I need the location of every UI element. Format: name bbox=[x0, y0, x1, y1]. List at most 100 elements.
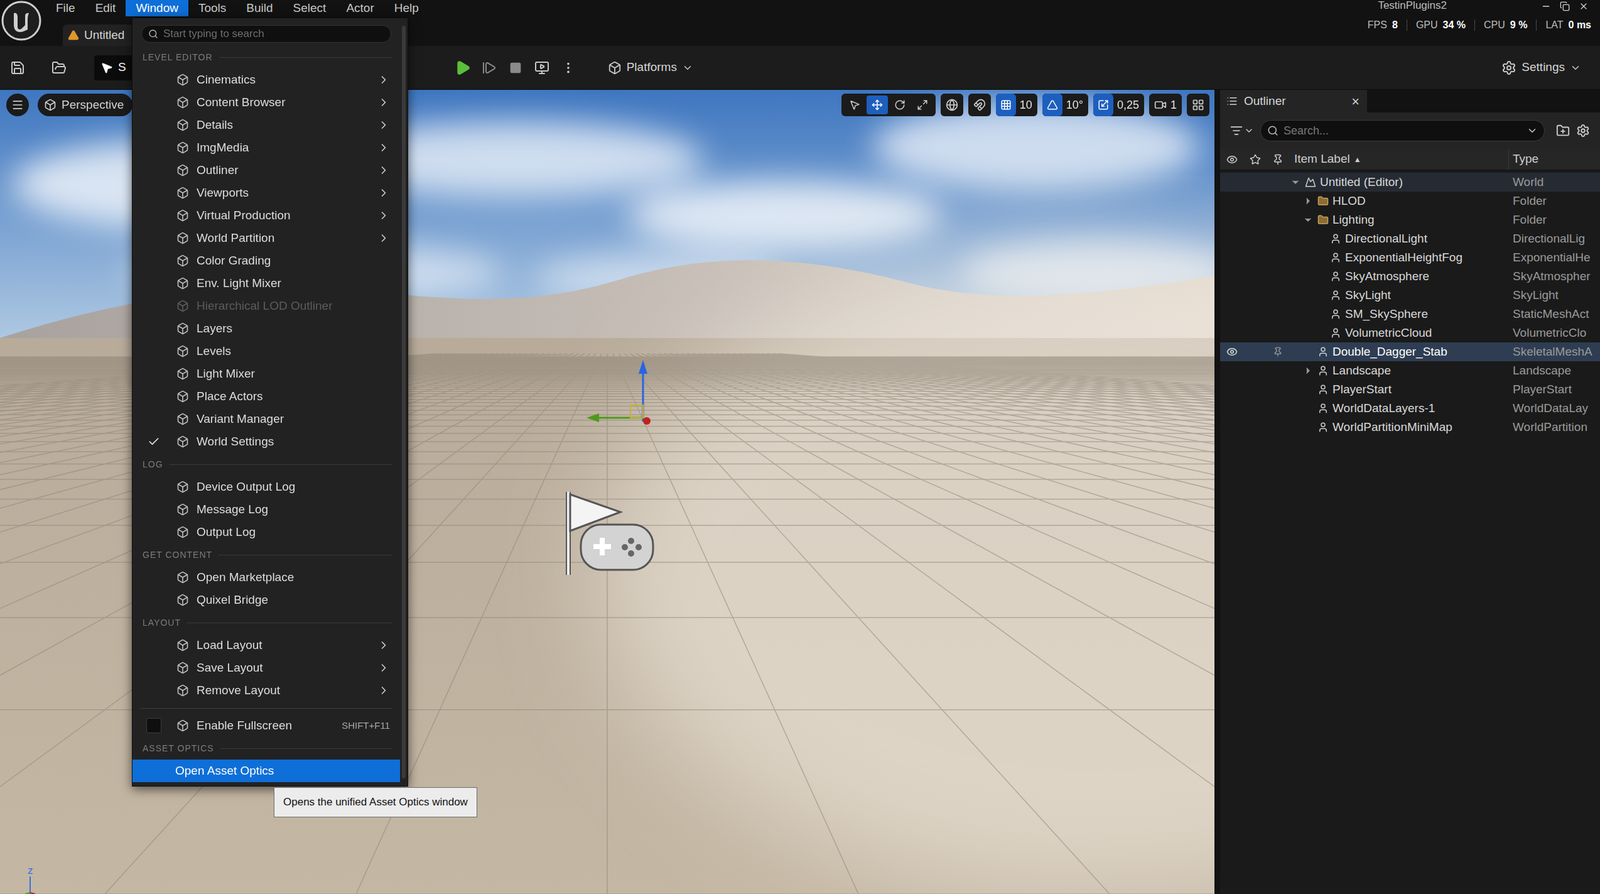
menu-item[interactable]: Enable FullscreenSHIFT+F11 bbox=[132, 713, 400, 737]
save-icon[interactable] bbox=[10, 60, 26, 76]
menu-item[interactable]: Details bbox=[132, 113, 400, 137]
label-column[interactable]: Item Label▲ bbox=[1289, 150, 1509, 169]
outliner-row[interactable]: Double_Dagger_StabSkeletalMeshA bbox=[1220, 342, 1600, 362]
outliner-search[interactable] bbox=[1260, 119, 1545, 142]
expanded-icon[interactable] bbox=[1290, 177, 1301, 188]
menu-item[interactable]: Open Asset Optics bbox=[132, 759, 400, 782]
menu-search[interactable] bbox=[141, 25, 392, 43]
menu-bar-item[interactable]: Edit bbox=[85, 0, 127, 17]
menu-scrollbar[interactable] bbox=[400, 18, 408, 786]
menu-bar-item[interactable]: Window bbox=[125, 0, 189, 17]
menu-item[interactable]: Cinematics bbox=[132, 68, 400, 92]
viewport-menu-button[interactable] bbox=[6, 93, 29, 117]
checkbox[interactable] bbox=[146, 717, 162, 733]
type-column[interactable]: Type bbox=[1508, 148, 1600, 170]
outliner-row[interactable]: Untitled (Editor)World bbox=[1220, 172, 1600, 192]
grid-snap-button[interactable]: 10 bbox=[995, 93, 1038, 117]
pin-icon[interactable] bbox=[1272, 346, 1283, 357]
eye-icon[interactable] bbox=[1226, 345, 1238, 358]
outliner-row[interactable]: SkyAtmosphereSkyAtmospher bbox=[1220, 266, 1600, 286]
more-button[interactable] bbox=[555, 55, 582, 81]
outliner-row[interactable]: ExponentialHeightFogExponentialHe bbox=[1220, 248, 1600, 267]
menu-item[interactable]: Place Actors bbox=[132, 384, 400, 408]
outliner-row[interactable]: SkyLightSkyLight bbox=[1220, 285, 1600, 305]
collapsed-icon[interactable] bbox=[1302, 195, 1314, 206]
outliner-row[interactable]: VolumetricCloudVolumetricClo bbox=[1220, 323, 1600, 343]
menu-item[interactable]: Message Log bbox=[132, 497, 400, 521]
menu-item[interactable]: Variant Manager bbox=[132, 407, 400, 431]
menu-item[interactable]: Load Layout bbox=[132, 633, 400, 657]
rotate-tool[interactable] bbox=[889, 95, 911, 115]
menu-item[interactable]: World Partition bbox=[132, 226, 400, 250]
menu-item[interactable]: World Settings bbox=[132, 430, 400, 453]
minimize-icon[interactable] bbox=[1540, 1, 1552, 12]
menu-item[interactable]: Layers bbox=[132, 317, 400, 340]
eject-button[interactable] bbox=[528, 55, 556, 81]
outliner-row[interactable]: DirectionalLightDirectionalLig bbox=[1220, 229, 1600, 249]
transform-gizmo[interactable] bbox=[586, 359, 651, 425]
stop-button[interactable] bbox=[502, 55, 529, 81]
move-tool[interactable] bbox=[866, 95, 888, 115]
menu-item[interactable]: Save Layout bbox=[132, 656, 400, 679]
outliner-tab[interactable]: Outliner× bbox=[1220, 89, 1368, 113]
star-icon[interactable] bbox=[1249, 153, 1261, 166]
menu-item[interactable]: Open Marketplace bbox=[132, 565, 400, 589]
world-space-button[interactable] bbox=[940, 93, 964, 117]
menu-item[interactable]: Virtual Production bbox=[132, 204, 400, 227]
settings-button[interactable]: Settings bbox=[1501, 55, 1582, 81]
menu-bar-item[interactable]: Tools bbox=[188, 0, 237, 17]
outliner-row[interactable]: LandscapeLandscape bbox=[1220, 361, 1600, 380]
menu-bar-item[interactable]: Select bbox=[283, 0, 337, 17]
menu-item[interactable]: Env. Light Mixer bbox=[132, 271, 400, 295]
close-tab-button[interactable]: × bbox=[1351, 91, 1360, 112]
folder-icon bbox=[1317, 214, 1329, 226]
menu-item[interactable]: Quixel Bridge bbox=[132, 588, 400, 611]
layout-button[interactable] bbox=[1186, 93, 1210, 117]
collapsed-icon[interactable] bbox=[1302, 365, 1314, 376]
menu-item[interactable]: Viewports bbox=[132, 181, 400, 205]
menu-item[interactable]: Remove Layout bbox=[132, 678, 400, 702]
expanded-icon[interactable] bbox=[1302, 214, 1314, 225]
menu-bar-item[interactable]: Help bbox=[384, 0, 429, 17]
new-folder-icon[interactable] bbox=[1556, 123, 1570, 138]
menu-bar-item[interactable]: File bbox=[45, 0, 86, 17]
scale-snap-button[interactable]: 0,25 bbox=[1093, 93, 1145, 117]
play-button[interactable] bbox=[449, 55, 476, 81]
logo[interactable] bbox=[0, 0, 44, 46]
select-tool[interactable] bbox=[843, 95, 866, 115]
menu-item[interactable]: ImgMedia bbox=[132, 136, 400, 159]
surface-snap-button[interactable] bbox=[968, 93, 991, 117]
platforms-button[interactable]: Platforms bbox=[607, 55, 694, 81]
outliner-row[interactable]: WorldPartitionMiniMapWorldPartition bbox=[1220, 417, 1600, 437]
content-browser-icon[interactable] bbox=[51, 60, 67, 76]
menu-bar-item[interactable]: Actor bbox=[335, 0, 384, 17]
outliner-row[interactable]: HLODFolder bbox=[1220, 191, 1600, 211]
menu-item[interactable]: Color Grading bbox=[132, 249, 400, 272]
close-window-icon[interactable] bbox=[1578, 1, 1589, 12]
camera-speed-button[interactable]: 1 bbox=[1149, 93, 1182, 117]
pin-icon[interactable] bbox=[1272, 153, 1284, 166]
menu-item[interactable]: Content Browser bbox=[132, 91, 400, 114]
menu-bar-item[interactable]: Build bbox=[236, 0, 283, 17]
outliner-row[interactable]: WorldDataLayers-1WorldDataLay bbox=[1220, 398, 1600, 418]
view-mode-button[interactable]: Perspective bbox=[37, 93, 133, 117]
restore-icon[interactable] bbox=[1559, 1, 1570, 12]
menu-item[interactable]: Outliner bbox=[132, 158, 400, 182]
filter-button[interactable] bbox=[1230, 124, 1255, 137]
rotation-snap-button[interactable]: 10° bbox=[1042, 93, 1089, 117]
menu-item[interactable]: Light Mixer bbox=[132, 362, 400, 385]
eye-icon[interactable] bbox=[1226, 153, 1238, 166]
outliner-row[interactable]: PlayerStartPlayerStart bbox=[1220, 379, 1600, 399]
menu-item[interactable]: Levels bbox=[132, 339, 400, 363]
gear-icon[interactable] bbox=[1576, 123, 1590, 138]
menu-item[interactable]: Device Output Log bbox=[132, 475, 400, 498]
outliner-row[interactable]: LightingFolder bbox=[1220, 210, 1600, 230]
actor-icon bbox=[1317, 345, 1329, 358]
outliner-row[interactable]: SM_SkySphereStaticMeshAct bbox=[1220, 304, 1600, 324]
menu-section: LAYOUTLoad LayoutSave LayoutRemove Layou… bbox=[132, 610, 400, 702]
player-start-icon[interactable] bbox=[568, 491, 654, 575]
scale-tool[interactable] bbox=[911, 95, 934, 115]
menu-item[interactable]: Output Log bbox=[132, 520, 400, 544]
advance-button[interactable] bbox=[475, 55, 503, 81]
level-tab[interactable]: Untitled bbox=[62, 24, 134, 46]
